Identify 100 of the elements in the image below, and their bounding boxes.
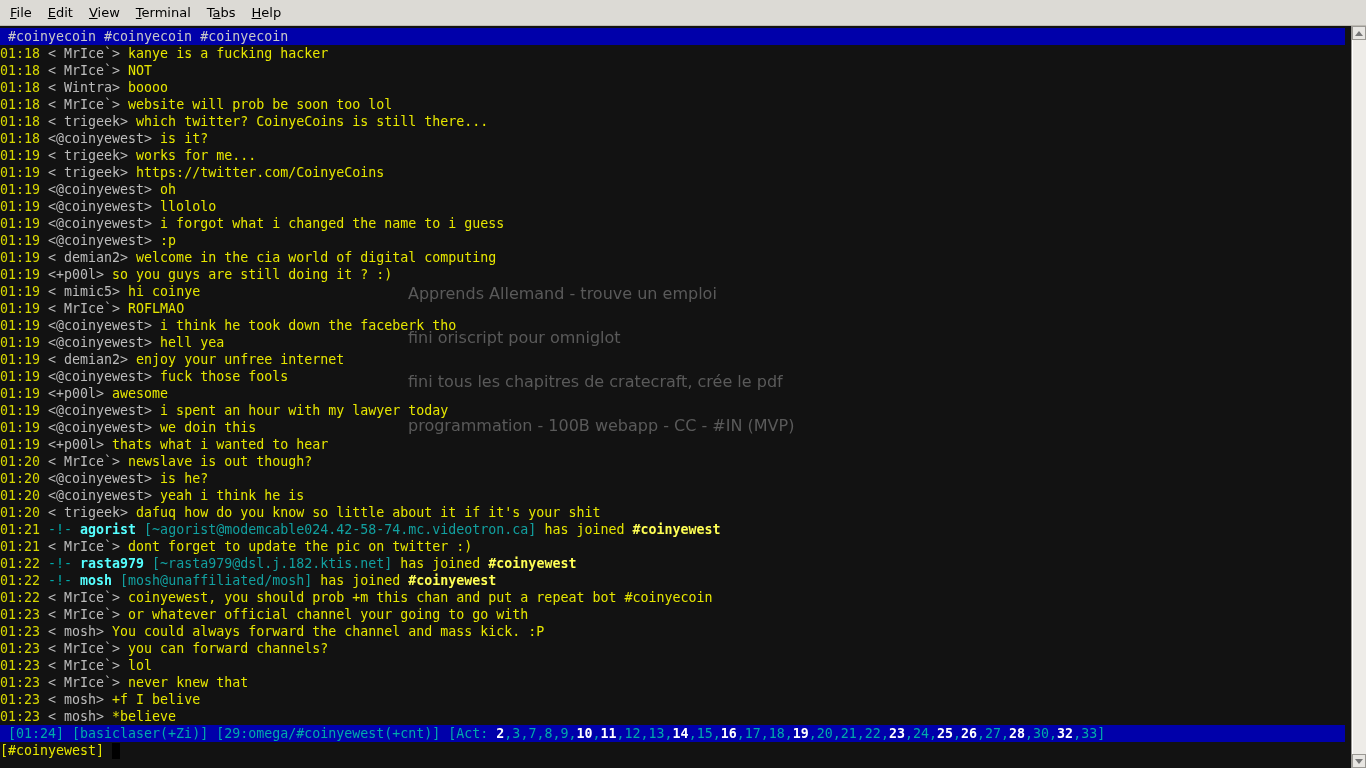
scroll-down-button[interactable] [1352, 754, 1366, 768]
message-text: yeah i think he is [160, 487, 305, 504]
menu-item[interactable]: Edit [39, 5, 81, 20]
timestamp: 01:19 [0, 147, 41, 164]
timestamp: 01:19 [0, 334, 41, 351]
message-text: You could always forward the channel and mass kick. :P [112, 623, 545, 640]
timestamp: 01:20 [0, 470, 41, 487]
activity-number: 28 [1009, 725, 1026, 742]
nick: <@coinyewest> [48, 368, 153, 385]
timestamp: 01:19 [0, 164, 41, 181]
activity-number: 17 [744, 725, 761, 742]
activity-number: 22 [864, 725, 881, 742]
nick: < Wintra> [48, 79, 121, 96]
activity-separator: , [904, 725, 913, 742]
timestamp: 01:19 [0, 368, 41, 385]
message-text: website will prob be soon too lol [128, 96, 393, 113]
message-text: i spent an hour with my lawyer today [160, 402, 449, 418]
nick: < MrIce`> [48, 606, 121, 623]
message-text: hi coinye [128, 283, 201, 300]
activity-close: ] [1097, 725, 1106, 742]
nick: < trigeek> [48, 504, 129, 521]
timestamp: 01:19 [0, 198, 41, 215]
message-text: *believe [112, 708, 177, 725]
nick: <@coinyewest> [48, 130, 153, 147]
activity-separator: , [1025, 725, 1034, 742]
message-text: welcome in the cia world of digital computing [136, 249, 497, 266]
nick: < MrIce`> [48, 674, 121, 691]
activity-separator: , [784, 725, 793, 742]
nick: <@coinyewest> [48, 470, 153, 487]
nick: < trigeek> [48, 113, 129, 130]
event-marker: -!- [48, 572, 73, 589]
nick: <@coinyewest> [48, 487, 153, 504]
timestamp: 01:19 [0, 402, 41, 419]
activity-separator: , [977, 725, 985, 742]
activity-separator: , [928, 725, 937, 742]
message-text: which twitter? CoinyeCoins is still there... [136, 113, 489, 130]
nick: <@coinyewest> [48, 419, 153, 436]
activity-separator: , [504, 725, 513, 742]
message-text: coinyewest, you should prob +m this chan and put a repeat bot #coinyecoin [128, 589, 713, 606]
activity-separator: , [760, 725, 769, 742]
activity-number: 18 [768, 725, 785, 742]
nick: agorist [80, 521, 137, 538]
menu-item[interactable]: Terminal [127, 5, 199, 20]
activity-separator: , [520, 725, 529, 742]
message-text: llololo [160, 198, 217, 215]
timestamp: 01:23 [0, 674, 41, 691]
timestamp: 01:18 [0, 96, 41, 113]
nick: < mosh> [48, 623, 105, 640]
scroll-up-button[interactable] [1352, 26, 1366, 40]
message-text: lol [128, 657, 153, 674]
activity-number: 32 [1057, 725, 1074, 742]
nick: < demian2> [48, 249, 129, 266]
activity-number: 14 [672, 725, 689, 742]
channel-name: #coinyewest [632, 521, 721, 538]
nick: < MrIce`> [48, 96, 121, 113]
timestamp: 01:18 [0, 130, 41, 147]
activity-number: 20 [816, 725, 833, 742]
text-cursor [112, 742, 121, 759]
down-arrow-icon [1355, 758, 1363, 764]
activity-number: 11 [600, 725, 617, 742]
nick: < mosh> [48, 708, 105, 725]
activity-number: 12 [624, 725, 641, 742]
scrollbar[interactable] [1351, 26, 1366, 768]
nick: < MrIce`> [48, 453, 121, 470]
timestamp: 01:20 [0, 504, 41, 521]
menu-item[interactable]: Help [243, 5, 290, 20]
activity-separator: , [736, 725, 745, 742]
nick: <+p00l> [48, 436, 105, 453]
up-arrow-icon [1355, 30, 1363, 36]
hostmask: [~rasta979@dsl.j.182.ktis.net] [152, 555, 393, 572]
message-text: we doin this [160, 419, 257, 436]
menu-item[interactable]: Tabs [198, 5, 244, 20]
activity-number: 13 [648, 725, 665, 742]
message-text: NOT [128, 62, 153, 79]
activity-separator: , [1001, 725, 1010, 742]
nick: < trigeek> [48, 164, 129, 181]
desktop-note: fini tous les chapitres de cratecraft, crée le pdf [408, 371, 784, 393]
activity-number: 19 [792, 725, 809, 742]
activity-number: 9 [560, 725, 569, 742]
nick: < MrIce`> [48, 657, 121, 674]
menu-item[interactable]: File [2, 5, 40, 20]
nick: <@coinyewest> [48, 334, 153, 351]
message-text: is it? [160, 130, 209, 147]
timestamp: 01:19 [0, 436, 41, 453]
message-text: dafuq how do you know so little about it if it's your shit [136, 504, 601, 521]
timestamp: 01:18 [0, 62, 41, 79]
nick: < MrIce`> [48, 300, 121, 317]
activity-separator: , [880, 725, 889, 742]
timestamp: 01:23 [0, 708, 41, 725]
status-item: [29:omega/#coinyewest(+cnt)] [216, 725, 441, 742]
nick: < mimic5> [48, 283, 121, 300]
input-prompt: [#coinyewest] [0, 742, 105, 759]
activity-separator: , [640, 725, 649, 742]
nick: < MrIce`> [48, 45, 121, 62]
message-text: enjoy your unfree internet [136, 351, 345, 368]
timestamp: 01:21 [0, 538, 41, 555]
menu-item[interactable]: View [80, 5, 128, 20]
nick: rasta979 [80, 555, 145, 572]
activity-separator: , [856, 725, 865, 742]
timestamp: 01:23 [0, 657, 41, 674]
